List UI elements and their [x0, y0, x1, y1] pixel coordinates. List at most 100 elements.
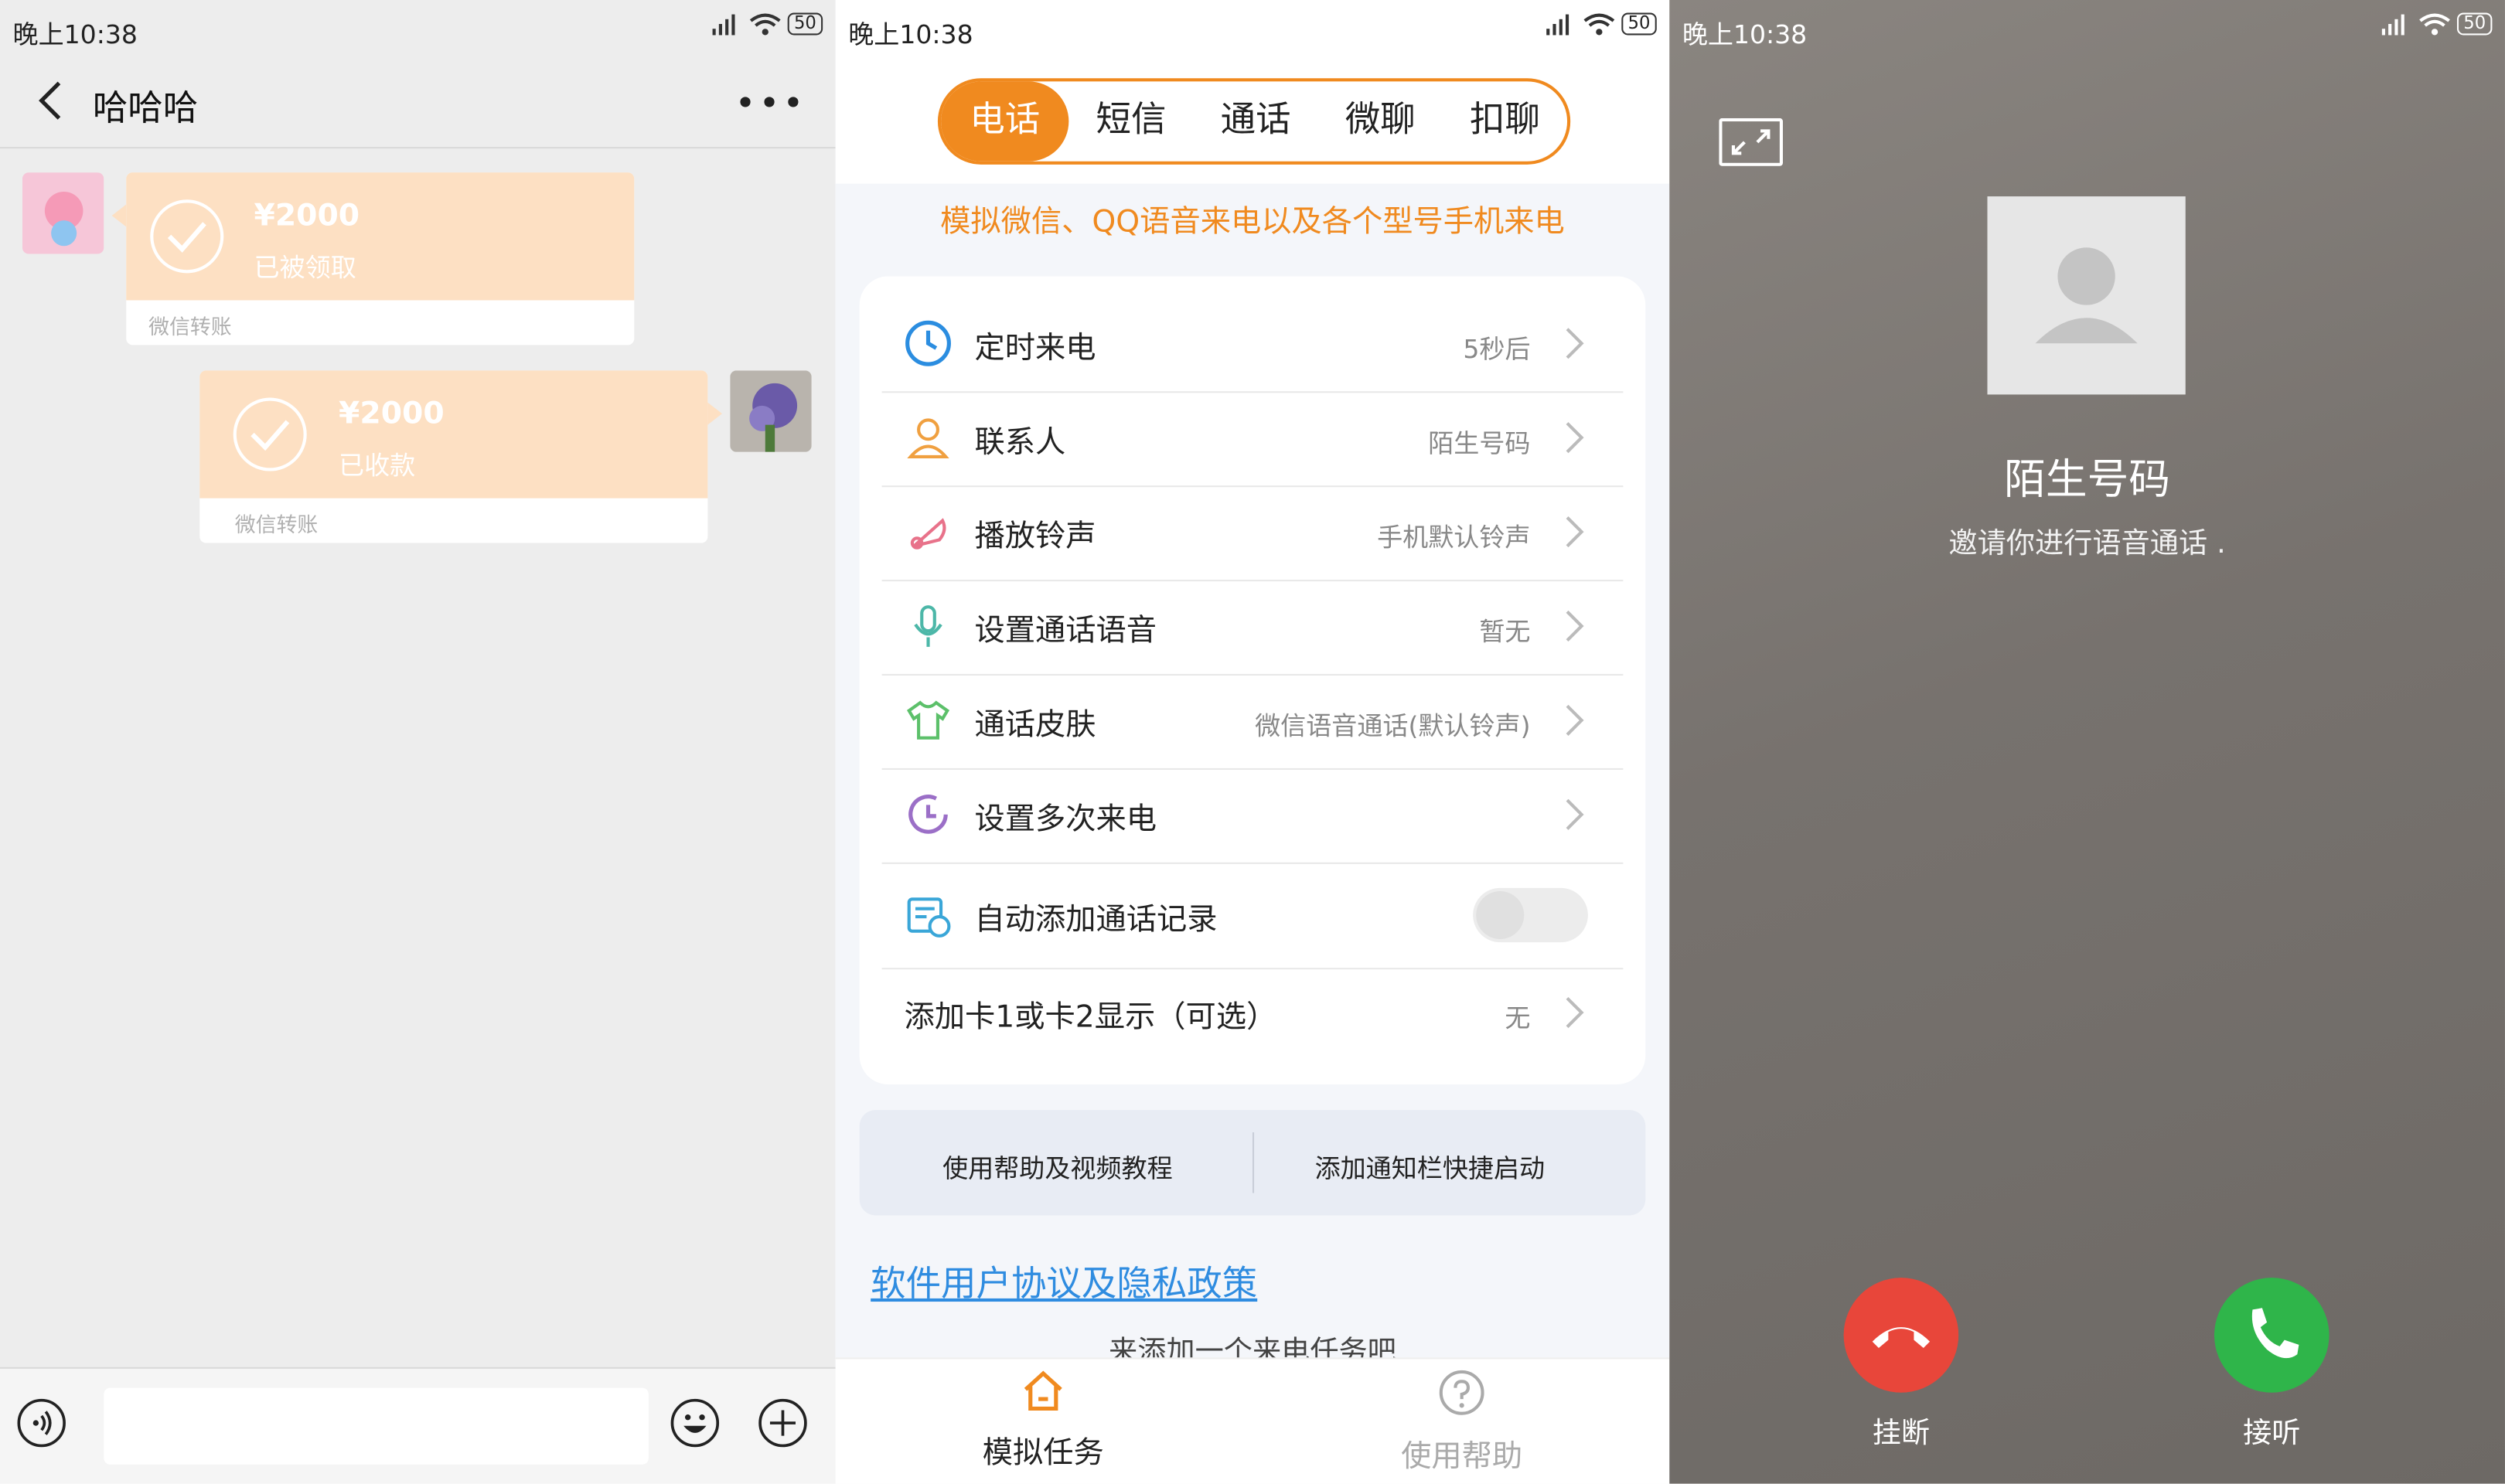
tab-call[interactable]: 通话 — [1194, 81, 1318, 161]
battery-indicator: 50 — [787, 12, 823, 36]
bubble-tail — [111, 204, 127, 227]
privacy-policy-link[interactable]: 软件用户协议及隐私政策 — [871, 1255, 1257, 1306]
nav-label: 模拟任务 — [982, 1435, 1104, 1472]
decline-label: 挂断 — [1872, 1416, 1931, 1451]
chat-title: 哈哈哈 — [92, 89, 199, 130]
status-bar: 晚上10:38 50 — [0, 0, 836, 54]
signal-icon — [2381, 14, 2404, 36]
contact-avatar[interactable] — [22, 172, 104, 254]
row-auto-log: 自动添加通话记录 — [881, 864, 1624, 970]
help-tutorial-button[interactable]: 使用帮助及视频教程 — [942, 1147, 1173, 1186]
transfer-state: 已被领取 — [254, 252, 356, 283]
incoming-call-screen: 晚上10:38 50 陌生号码 邀请你进行语音通话 . 挂断 接听 — [1669, 0, 2505, 1484]
transfer-amount: ¥2000 — [254, 198, 360, 233]
calendar-icon — [907, 897, 951, 938]
caller-avatar — [1987, 196, 2186, 395]
wifi-icon — [1583, 13, 1615, 36]
row-value: 5秒后 — [1463, 333, 1531, 365]
message-input[interactable] — [104, 1387, 649, 1465]
row-repeat-call[interactable]: 设置多次来电 — [881, 770, 1624, 864]
row-label: 自动添加通话记录 — [974, 902, 1218, 938]
microphone-icon — [914, 605, 942, 647]
shirt-icon — [906, 700, 950, 740]
signal-icon — [712, 14, 735, 36]
row-voice[interactable]: 设置通话语音 暂无 — [881, 581, 1624, 676]
status-time: 晚上10:38 — [1682, 19, 1808, 50]
top-bar: 晚上10:38 50 电话 短信 通话 微聊 扣聊 — [835, 0, 1670, 184]
row-label: 联系人 — [974, 424, 1066, 461]
back-arrow-icon[interactable] — [32, 80, 73, 121]
chevron-right-icon — [1566, 610, 1584, 642]
feature-notice: 模拟微信、QQ语音来电以及各个型号手机来电 — [940, 204, 1565, 240]
chat-input-bar — [0, 1367, 836, 1484]
battery-indicator: 50 — [1621, 12, 1657, 36]
chevron-right-icon — [1566, 422, 1584, 454]
transfer-state: 已收款 — [339, 450, 416, 481]
row-label: 添加卡1或卡2显示（可选） — [904, 999, 1277, 1035]
mode-tabs: 电话 短信 通话 微聊 扣聊 — [937, 78, 1571, 165]
row-contact[interactable]: 联系人 陌生号码 — [881, 393, 1624, 488]
status-time: 晚上10:38 — [12, 19, 138, 50]
status-bar: 晚上10:38 50 — [1669, 0, 2505, 54]
transfer-message[interactable]: ¥2000 已收款 微信转账 — [199, 370, 708, 543]
bell-icon — [910, 518, 946, 550]
call-invite-text: 邀请你进行语音通话 . — [1948, 526, 2226, 561]
auto-log-toggle[interactable] — [1473, 887, 1588, 943]
wifi-icon — [2419, 13, 2450, 36]
tab-wechat[interactable]: 微聊 — [1318, 81, 1443, 161]
voice-icon[interactable] — [16, 1397, 67, 1448]
add-icon[interactable] — [757, 1397, 808, 1448]
repeat-clock-icon — [908, 795, 948, 834]
row-value: 陌生号码 — [1428, 427, 1531, 459]
signal-icon — [1546, 14, 1569, 36]
row-value: 微信语音通话(默认铃声) — [1255, 710, 1531, 741]
tab-qq[interactable]: 扣聊 — [1443, 81, 1567, 161]
row-label: 设置多次来电 — [974, 802, 1157, 837]
emoji-icon[interactable] — [670, 1397, 721, 1448]
battery-indicator: 50 — [2456, 12, 2493, 36]
row-value: 暂无 — [1479, 616, 1531, 647]
check-circle-icon — [150, 199, 224, 274]
bubble-tail — [707, 402, 722, 425]
caller-name: 陌生号码 — [2004, 456, 2171, 505]
accept-button[interactable] — [2214, 1278, 2329, 1393]
row-ringtone[interactable]: 播放铃声 手机默认铃声 — [881, 487, 1624, 582]
transfer-message[interactable]: ¥2000 已被领取 微信转账 — [126, 172, 635, 345]
clock-icon — [905, 320, 951, 366]
row-timed-call[interactable]: 定时来电 5秒后 — [881, 298, 1624, 393]
row-label: 通话皮肤 — [974, 707, 1096, 743]
chevron-right-icon — [1566, 704, 1584, 736]
tab-phone[interactable]: 电话 — [941, 81, 1069, 162]
transfer-footer: 微信转账 — [234, 514, 319, 539]
chevron-right-icon — [1566, 798, 1584, 830]
help-bar: 使用帮助及视频教程 添加通知栏快捷启动 — [859, 1110, 1646, 1216]
nav-help[interactable]: 使用帮助 — [1358, 1369, 1566, 1475]
row-value: 手机默认铃声 — [1377, 522, 1531, 553]
chevron-right-icon — [1566, 328, 1584, 359]
transfer-amount: ¥2000 — [339, 396, 445, 431]
nav-tasks[interactable]: 模拟任务 — [939, 1369, 1147, 1472]
status-time: 晚上10:38 — [848, 19, 973, 50]
minimize-icon[interactable] — [1719, 117, 1783, 166]
home-icon — [1024, 1370, 1062, 1411]
chevron-right-icon — [1566, 516, 1584, 548]
tab-sms[interactable]: 短信 — [1068, 81, 1193, 161]
question-icon — [1439, 1370, 1484, 1415]
wifi-icon — [749, 13, 781, 36]
chat-header: 哈哈哈 ••• — [0, 54, 836, 149]
row-value: 无 — [1505, 1002, 1531, 1033]
settings-card: 定时来电 5秒后 联系人 陌生号码 播放铃声 手机默认铃声 设置通话语音 暂无 — [859, 276, 1646, 1085]
more-icon[interactable]: ••• — [735, 87, 807, 122]
nav-label: 使用帮助 — [1401, 1438, 1523, 1475]
notification-shortcut-button[interactable]: 添加通知栏快捷启动 — [1315, 1147, 1546, 1186]
row-label: 设置通话语音 — [974, 613, 1157, 648]
status-bar: 晚上10:38 50 — [836, 0, 1670, 54]
accept-label: 接听 — [2243, 1416, 2301, 1451]
my-avatar[interactable] — [730, 370, 812, 452]
row-skin[interactable]: 通话皮肤 微信语音通话(默认铃声) — [881, 676, 1624, 770]
person-icon — [907, 418, 949, 459]
transfer-footer: 微信转账 — [148, 316, 232, 341]
decline-button[interactable] — [1843, 1278, 1959, 1393]
settings-screen: 晚上10:38 50 电话 短信 通话 微聊 扣聊 模拟微信、QQ语音来电以及各… — [835, 0, 1670, 1484]
row-sim-card[interactable]: 添加卡1或卡2显示（可选） 无 — [882, 968, 1624, 1060]
